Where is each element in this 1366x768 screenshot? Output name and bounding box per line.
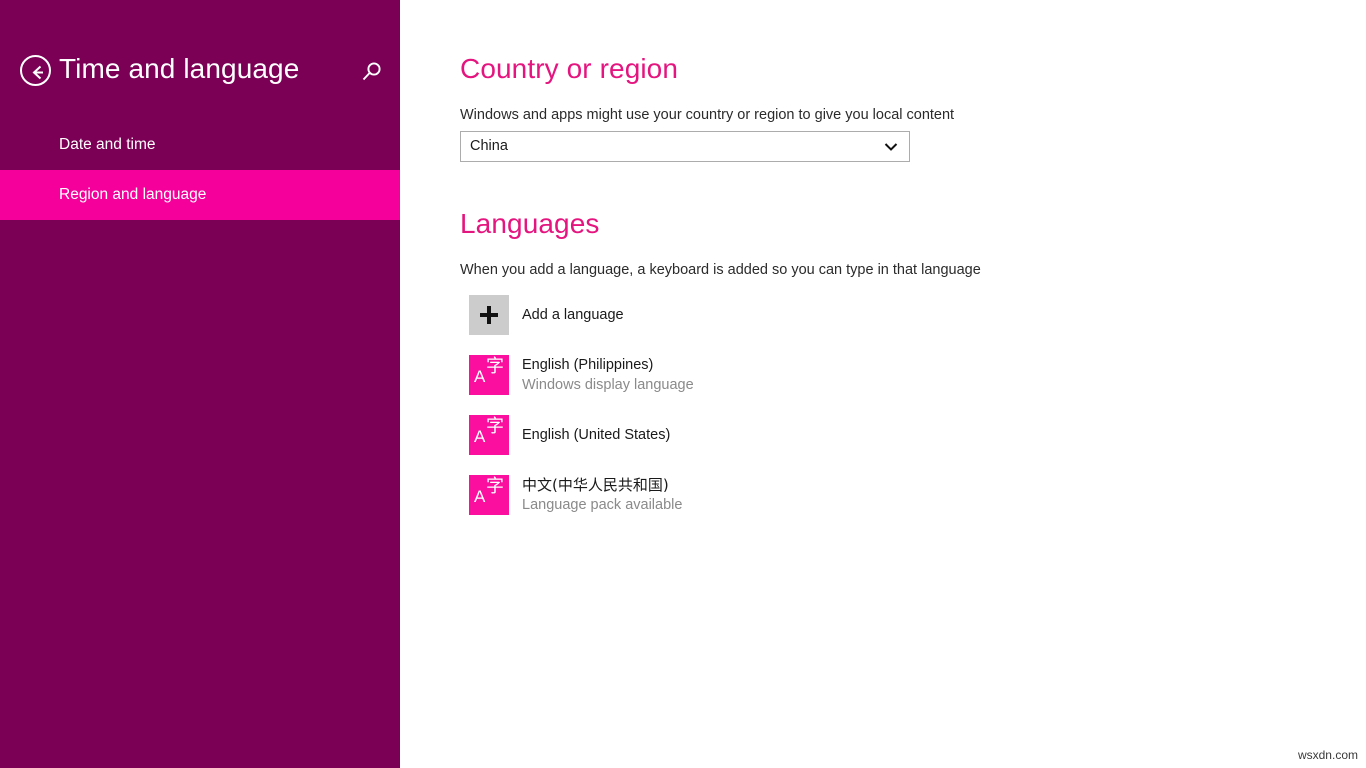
search-icon[interactable] [357, 60, 385, 86]
list-item-text: 中文(中华人民共和国) Language pack available [522, 475, 1002, 515]
list-item-subtitle: Language pack available [522, 495, 1002, 515]
sidebar-nav: Date and time Region and language [0, 120, 400, 220]
add-language-row[interactable]: Add a language [460, 295, 1020, 335]
sidebar-header: Time and language [0, 48, 400, 94]
language-tile-cjk-glyph: 字 [486, 358, 504, 376]
plus-icon [469, 295, 509, 335]
list-item-title: English (Philippines) [522, 355, 1002, 375]
watermark: wsxdn.com [1298, 748, 1358, 762]
page-title: Time and language [59, 48, 299, 94]
content-pane: Country or region Windows and apps might… [400, 0, 1366, 768]
language-tile-cjk-glyph: 字 [486, 418, 504, 436]
language-tile-latin-glyph: A [474, 488, 485, 505]
list-item[interactable]: A 字 English (United States) [460, 415, 1020, 455]
country-region-dropdown[interactable]: China [460, 131, 910, 162]
languages-section-description: When you add a language, a keyboard is a… [460, 262, 981, 278]
chevron-down-icon [883, 139, 899, 155]
back-arrow-circle-icon[interactable] [20, 55, 51, 86]
sidebar: Time and language Date and time Region a… [0, 0, 400, 768]
sidebar-item-region-and-language[interactable]: Region and language [0, 170, 400, 220]
list-item-text: English (Philippines) Windows display la… [522, 355, 1002, 395]
country-region-value: China [470, 132, 508, 161]
language-tile-icon: A 字 [469, 415, 509, 455]
language-tile-latin-glyph: A [474, 428, 485, 445]
add-language-label: Add a language [522, 305, 1002, 325]
list-item-title: English (United States) [522, 425, 1002, 445]
pc-settings-window: Time and language Date and time Region a… [0, 0, 1366, 768]
country-section-heading: Country or region [460, 53, 678, 85]
language-tile-latin-glyph: A [474, 368, 485, 385]
language-tile-icon: A 字 [469, 355, 509, 395]
list-item-subtitle: Windows display language [522, 375, 1002, 395]
list-item-title: 中文(中华人民共和国) [522, 475, 1002, 495]
language-tile-icon: A 字 [469, 475, 509, 515]
list-item[interactable]: A 字 中文(中华人民共和国) Language pack available [460, 475, 1020, 515]
country-section-description: Windows and apps might use your country … [460, 107, 954, 123]
languages-section-heading: Languages [460, 208, 599, 240]
add-language-text: Add a language [522, 305, 1002, 325]
language-tile-cjk-glyph: 字 [486, 478, 504, 496]
list-item[interactable]: A 字 English (Philippines) Windows displa… [460, 355, 1020, 395]
sidebar-item-date-and-time[interactable]: Date and time [0, 120, 400, 170]
list-item-text: English (United States) [522, 425, 1002, 445]
